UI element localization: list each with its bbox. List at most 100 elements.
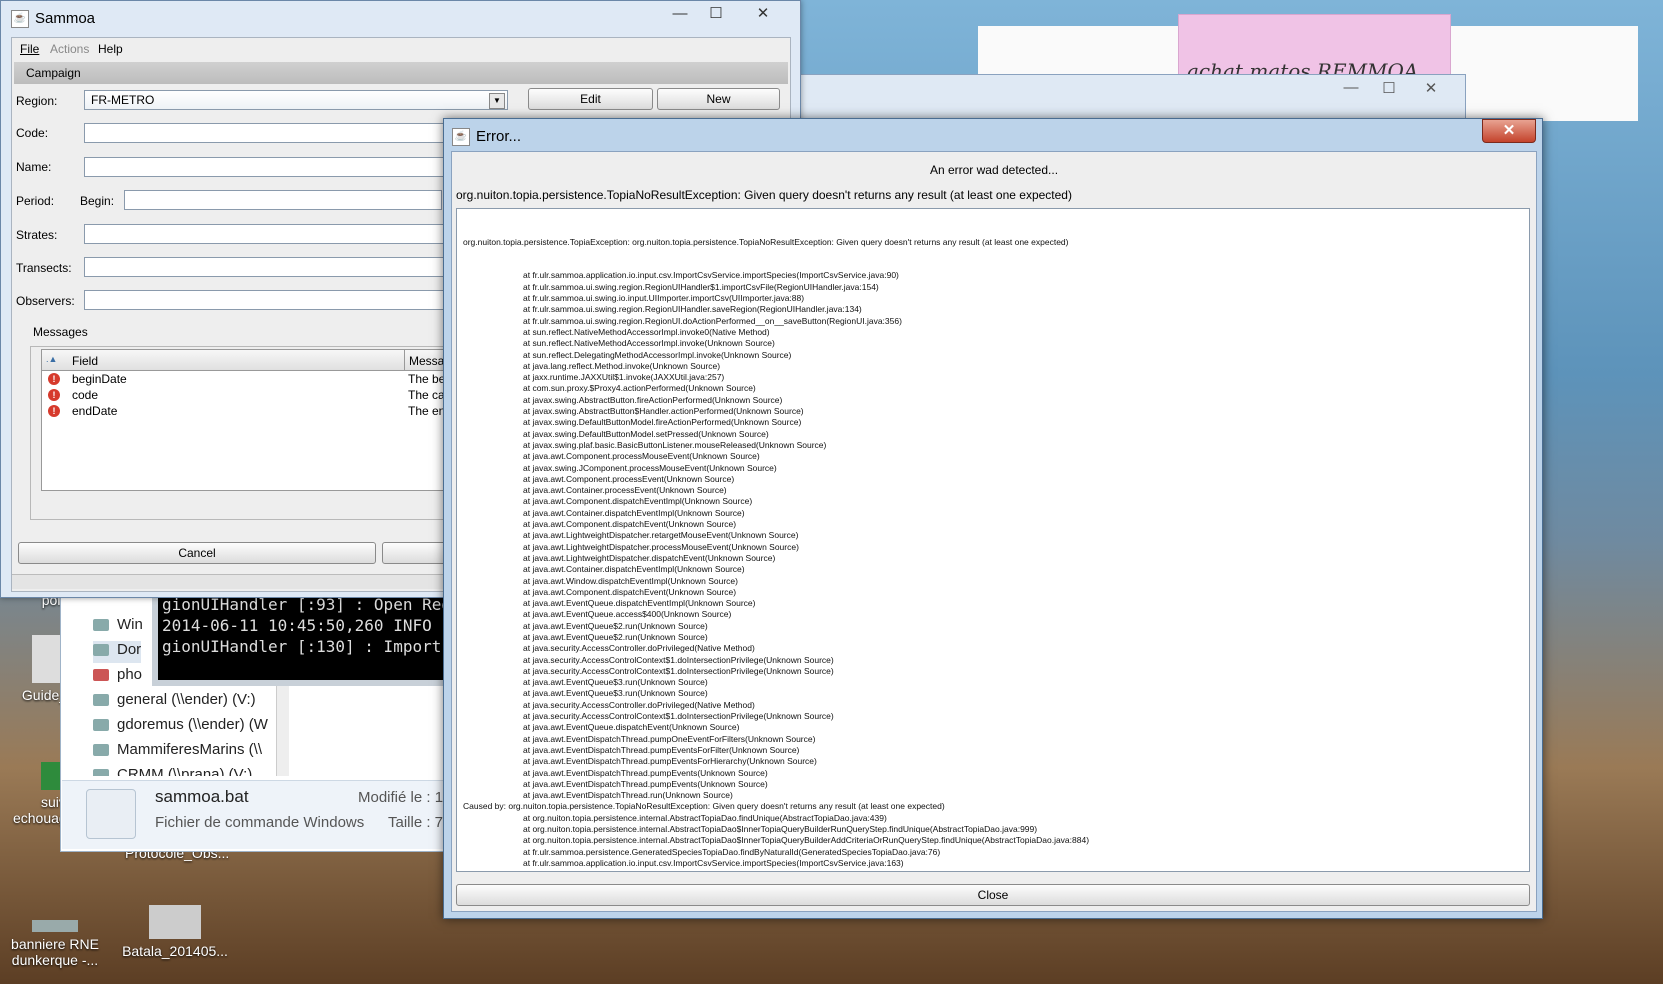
details-pane: sammoa.bat Fichier de commande Windows M… [62, 780, 482, 849]
trace-line: at fr.ulr.sammoa.application.io.input.cs… [463, 869, 1523, 871]
network-drive-icon [93, 744, 109, 757]
trace-line: at java.awt.EventQueue.access$400(Unknow… [523, 609, 732, 620]
strates-label: Strates: [16, 228, 58, 242]
edit-button[interactable]: Edit [528, 88, 653, 110]
trace-line: at fr.ulr.sammoa.persistence.GeneratedSp… [523, 846, 941, 857]
list-item[interactable]: MammiferesMarins (\\ [93, 741, 262, 763]
trace-line: at java.awt.Component.dispatchEventImpl(… [523, 496, 753, 507]
menu-bar: File Actions Help [12, 38, 790, 60]
trace-line: at sun.reflect.DelegatingMethodAccessorI… [523, 349, 792, 360]
trace-line: at java.awt.EventDispatchThread.pumpOneE… [523, 733, 816, 744]
list-item[interactable]: Dor [93, 641, 142, 663]
drive-icon [93, 619, 109, 632]
trace-line: at java.awt.Component.dispatchEvent(Unkn… [523, 586, 737, 597]
trace-line: at javax.swing.DefaultButtonModel.setPre… [523, 428, 769, 439]
trace-line: at fr.ulr.sammoa.ui.swing.region.RegionU… [523, 281, 879, 292]
menu-actions[interactable]: Actions [50, 42, 89, 56]
list-item[interactable]: general (\\ender) (V:) [93, 691, 256, 713]
trace-line: at java.security.AccessController.doPriv… [523, 643, 755, 654]
sort-icon[interactable]: .▲ [46, 354, 57, 364]
trace-line: at java.awt.LightweightDispatcher.dispat… [523, 552, 776, 563]
menu-file[interactable]: File [20, 42, 39, 56]
caused-by-line: Caused by: org.nuiton.topia.persistence.… [463, 801, 945, 812]
photo-icon [149, 905, 201, 939]
trace-line: at javax.swing.plaf.basic.BasicButtonLis… [523, 439, 827, 450]
trace-line: at sun.reflect.NativeMethodAccessorImpl.… [523, 326, 770, 337]
list-item[interactable]: pho [93, 666, 142, 688]
trace-line: at java.awt.EventQueue$3.run(Unknown Sou… [523, 677, 708, 688]
trace-line: at fr.ulr.sammoa.ui.swing.region.RegionU… [523, 304, 862, 315]
trace-line: at java.awt.LightweightDispatcher.proces… [523, 541, 799, 552]
desktop-icon-batala[interactable]: Batala_201405... [120, 905, 230, 959]
list-item[interactable]: Win [93, 616, 143, 638]
trace-line: at java.awt.EventDispatchThread.pumpEven… [523, 767, 768, 778]
trace-line: at java.security.AccessController.doPriv… [523, 699, 755, 710]
trace-line: at java.awt.EventQueue.dispatchEventImpl… [523, 598, 756, 609]
trace-line: at java.awt.EventQueue.dispatchEvent(Unk… [523, 722, 740, 733]
error-dialog[interactable]: ☕ Error... ✕ An error wad detected... or… [443, 118, 1543, 919]
network-drive-icon [93, 769, 109, 776]
trace-line: at org.nuiton.topia.persistence.internal… [523, 812, 887, 823]
trace-line: at java.awt.EventQueue$3.run(Unknown Sou… [523, 688, 708, 699]
size-label: Taille : 7 [388, 814, 444, 831]
trace-line: at java.awt.Window.dispatchEventImpl(Unk… [523, 575, 738, 586]
stack-trace-area[interactable]: org.nuiton.topia.persistence.TopiaExcept… [456, 208, 1530, 872]
network-drive-icon [93, 719, 109, 732]
close-button[interactable]: Close [456, 884, 1530, 906]
trace-line: at java.security.AccessControlContext$1.… [523, 711, 834, 722]
period-label: Period: [16, 194, 55, 208]
close-icon[interactable]: ✕ [1413, 79, 1449, 99]
image-icon [32, 920, 78, 932]
minimize-icon[interactable]: — [665, 3, 695, 25]
error-summary: org.nuiton.topia.persistence.TopiaNoResu… [456, 188, 1072, 202]
trace-line: at java.awt.EventDispatchThread.run(Unkn… [523, 790, 733, 801]
close-icon[interactable]: ✕ [1482, 119, 1536, 143]
disconnected-drive-icon [93, 669, 109, 682]
trace-line: at java.awt.Component.dispatchEvent(Unkn… [523, 519, 737, 530]
gear-icon [86, 789, 136, 839]
region-combo[interactable]: FR-METRO ▼ [84, 90, 508, 110]
column-field[interactable]: Field [72, 354, 98, 368]
trace-line: at java.awt.LightweightDispatcher.retarg… [523, 530, 799, 541]
trace-head: org.nuiton.topia.persistence.TopiaExcept… [463, 236, 1069, 247]
cancel-button[interactable]: Cancel [18, 542, 376, 564]
new-button[interactable]: New [657, 88, 780, 110]
console-line: gionUIHandler [:130] : Import s [162, 637, 461, 656]
chevron-down-icon[interactable]: ▼ [489, 93, 505, 109]
trace-line: at java.awt.Component.processEvent(Unkno… [523, 473, 735, 484]
trace-line: at java.awt.EventQueue$2.run(Unknown Sou… [523, 620, 708, 631]
trace-line: at java.awt.EventDispatchThread.pumpEven… [523, 756, 817, 767]
file-name: sammoa.bat [155, 787, 249, 806]
error-icon: ! [48, 389, 60, 401]
trace-line: at fr.ulr.sammoa.application.io.input.cs… [523, 857, 904, 868]
list-item[interactable]: gdoremus (\\ender) (W [93, 716, 268, 738]
maximize-icon[interactable]: ☐ [1371, 79, 1407, 99]
trace-line: at sun.reflect.NativeMethodAccessorImpl.… [523, 338, 775, 349]
console-window[interactable]: gionUIHandler [:93] : Open Regi 2014-06-1… [152, 586, 472, 686]
begin-date-field[interactable] [124, 190, 442, 210]
desktop-icon-banniere[interactable]: banniere RNE dunkerque -... [0, 920, 110, 968]
java-icon: ☕ [452, 128, 470, 146]
trace-line: at java.awt.EventDispatchThread.pumpEven… [523, 744, 800, 755]
minimize-icon[interactable]: — [1333, 79, 1369, 99]
trace-line: at jaxx.runtime.JAXXUtil$1.invoke(JAXXUt… [523, 372, 725, 383]
title-bar[interactable]: ☕ Sammoa — ☐ ✕ [1, 1, 800, 35]
trace-line: at java.security.AccessControlContext$1.… [523, 665, 834, 676]
trace-line: at java.awt.EventDispatchThread.pumpEven… [523, 778, 768, 789]
close-icon[interactable]: ✕ [741, 3, 785, 25]
trace-line: at fr.ulr.sammoa.application.io.input.cs… [523, 270, 899, 281]
trace-line: at com.sun.proxy.$Proxy4.actionPerformed… [523, 383, 756, 394]
error-headline: An error wad detected... [929, 163, 1059, 177]
java-icon: ☕ [11, 10, 29, 28]
maximize-icon[interactable]: ☐ [699, 3, 733, 25]
trace-line: at java.security.AccessControlContext$1.… [523, 654, 834, 665]
trace-line: at java.awt.Container.dispatchEventImpl(… [523, 564, 745, 575]
list-item[interactable]: CRMM (\\prana) (V:) [93, 766, 252, 776]
trace-line: at javax.swing.DefaultButtonModel.fireAc… [523, 417, 802, 428]
campaign-header: Campaign [14, 62, 788, 84]
menu-help[interactable]: Help [98, 42, 123, 56]
trace-line: at javax.swing.AbstractButton.fireAction… [523, 394, 783, 405]
console-line: 2014-06-11 10:45:50,260 INFO [A [162, 616, 461, 635]
dialog-body: An error wad detected... org.nuiton.topi… [451, 151, 1537, 912]
trace-line: at fr.ulr.sammoa.ui.swing.region.RegionU… [523, 315, 902, 326]
